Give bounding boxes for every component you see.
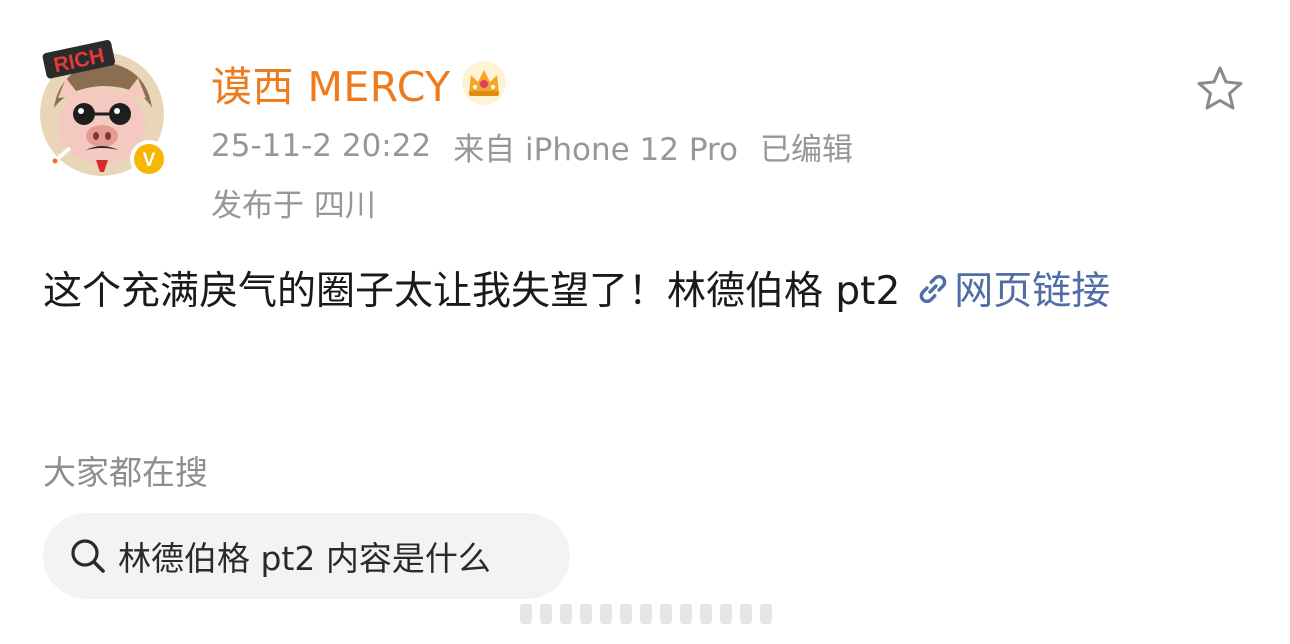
author-name[interactable]: 谟西 MERCY — [211, 53, 451, 113]
web-link[interactable]: 网页 — [900, 269, 1032, 314]
verified-badge-text: V — [143, 150, 156, 171]
rich-badge-icon: RICH — [42, 40, 116, 79]
verified-badge-icon: V — [130, 140, 168, 178]
search-icon — [71, 539, 105, 573]
post-text: 这个充满戾气的圈子太让我失望了！林德伯格 pt2 — [43, 269, 901, 314]
web-link-label-part1[interactable]: 网页 — [954, 269, 1032, 314]
favorite-button[interactable] — [1193, 62, 1247, 116]
web-link-label-part2[interactable]: 链接 — [1032, 269, 1110, 314]
author-avatar[interactable]: RICH V — [40, 40, 170, 178]
post-edited-label[interactable]: 已编辑 — [760, 124, 853, 169]
post-source: 来自 iPhone 12 Pro — [453, 131, 739, 168]
bottom-fade-decoration — [520, 604, 772, 624]
search-suggestion-chip[interactable]: 林德伯格 pt2 内容是什么 — [43, 513, 570, 599]
trending-search-title: 大家都在搜 — [43, 453, 208, 492]
author-name-row: 谟西 MERCY — [211, 58, 507, 111]
rich-badge-text: RICH — [52, 44, 107, 77]
post-timestamp: 25-11-2 20:22 — [211, 128, 432, 164]
post-location-text: 发布于 四川 — [211, 187, 376, 224]
link-icon — [919, 274, 947, 304]
star-outline-icon — [1197, 66, 1243, 110]
post-location: 发布于 四川 — [211, 180, 376, 224]
post-content: 这个充满戾气的圈子太让我失望了！林德伯格 pt2 网页链接 — [43, 258, 1253, 326]
post-meta: 25-11-2 20:22 来自 iPhone 12 Pro 已编辑 — [211, 124, 853, 168]
search-suggestion-label: 林德伯格 pt2 内容是什么 — [118, 539, 491, 578]
crown-icon — [461, 61, 506, 105]
